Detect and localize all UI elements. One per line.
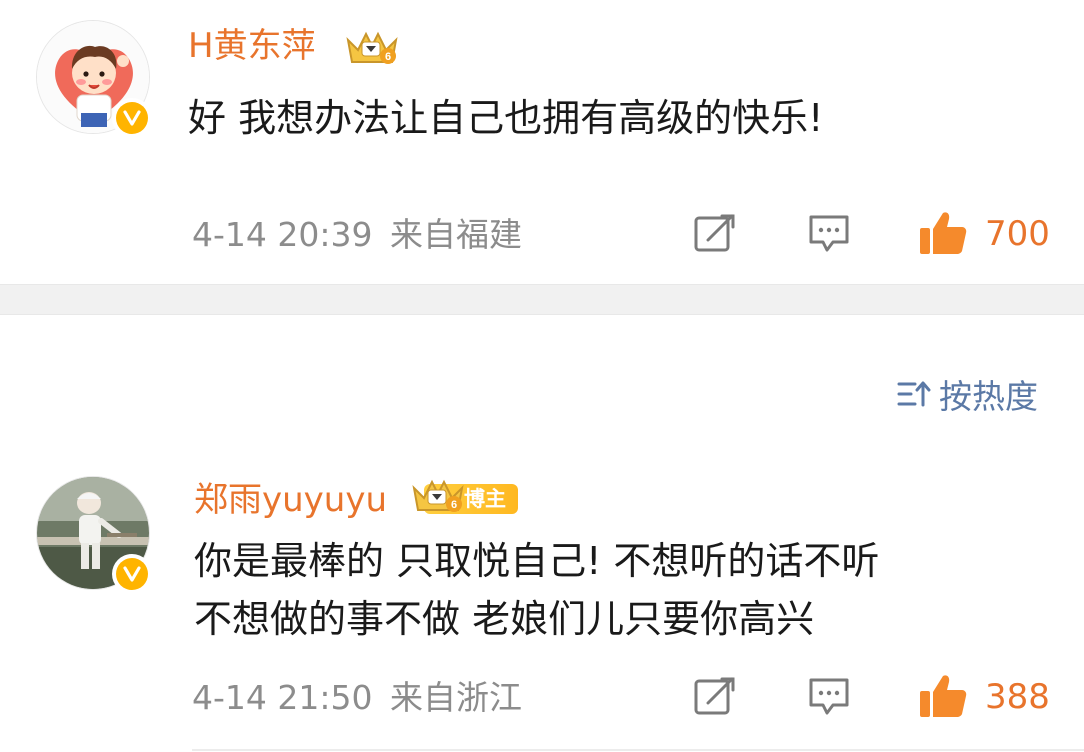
blogger-badge-label: 博主 [464,487,506,511]
avatar[interactable] [36,476,152,594]
comment-text-line: 你是最棒的 只取悦自己! 不想听的话不听 [194,539,880,583]
share-icon[interactable] [694,677,736,721]
like-count: 700 [985,214,1050,254]
bottom-divider [192,749,1084,751]
section-divider [0,284,1084,315]
username[interactable]: H黄东萍 [188,24,316,68]
like-icon[interactable] [918,210,968,260]
username[interactable]: 郑雨yuyuyu [194,478,387,522]
crown-level-6-icon: 6 [410,476,466,520]
like-count: 388 [985,677,1050,717]
sort-label: 按热度 [939,377,1038,416]
like-icon[interactable] [918,673,968,723]
comment-time: 4-14 20:39 [192,215,373,254]
comment-text-line: 不想做的事不做 老娘们儿只要你高兴 [194,597,815,641]
crown-level-6-icon: 6 [344,28,400,72]
verified-badge-icon [112,98,152,138]
comment-feed: H黄东萍 6 好 我想办法让自己也拥有高级的快乐! 4-14 20:39 来自福… [0,0,1084,752]
reply-icon[interactable] [808,214,850,258]
verified-badge-icon [112,554,152,594]
svg-text:6: 6 [385,51,391,63]
reply-icon[interactable] [808,677,850,721]
svg-text:6: 6 [451,499,457,511]
sort-toggle[interactable]: 按热度 [897,372,1038,416]
comment-location: 来自福建 [390,215,522,254]
comment-time: 4-14 21:50 [192,678,373,717]
sort-icon [897,381,931,407]
comment-text: 好 我想办法让自己也拥有高级的快乐! [188,96,824,140]
avatar[interactable] [36,20,152,138]
share-icon[interactable] [694,214,736,258]
comment-location: 来自浙江 [390,678,522,717]
